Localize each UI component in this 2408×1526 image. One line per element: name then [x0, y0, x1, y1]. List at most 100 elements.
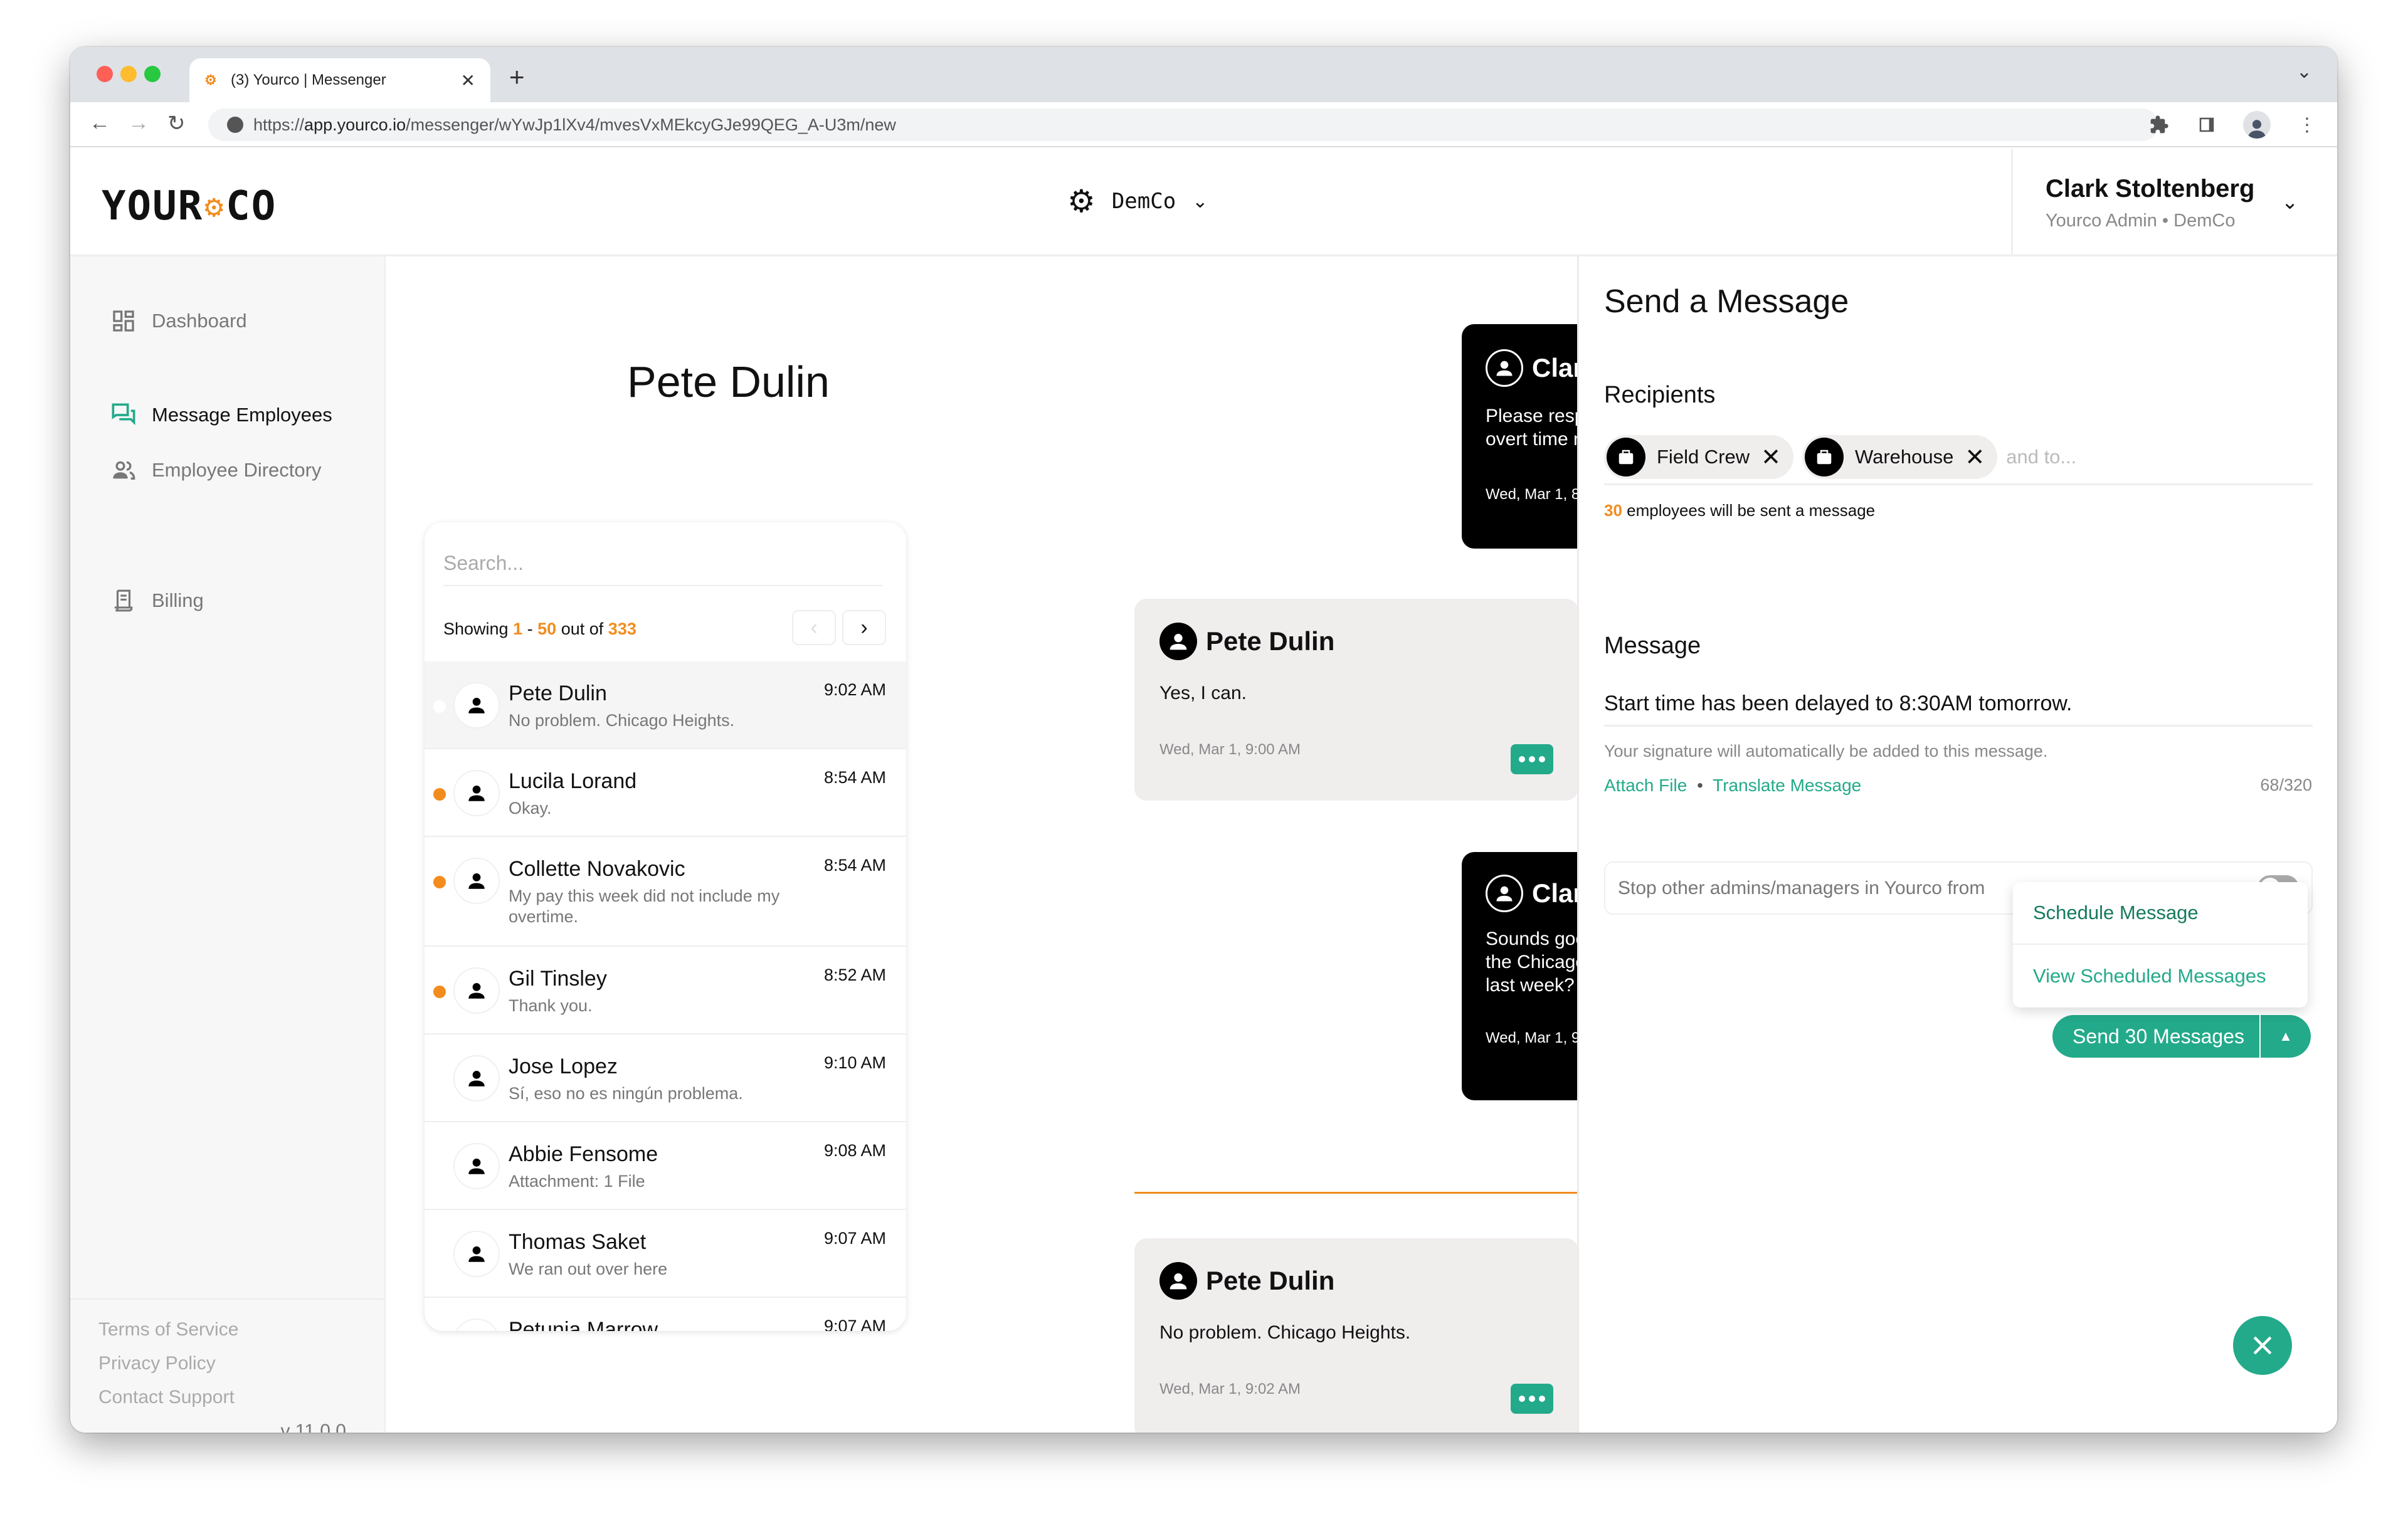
add-recipient-input[interactable] [2006, 435, 2195, 479]
back-arrow-icon[interactable]: ← [89, 111, 110, 135]
sidebar-item-label: Billing [152, 589, 204, 611]
yourco-logo[interactable]: YOUR ⚙ CO [102, 183, 277, 229]
conversation-time: 8:54 AM [823, 856, 886, 875]
recipient-count-note: 30 employees will be sent a message [1604, 501, 1876, 520]
attach-file-link[interactable]: Attach File [1604, 776, 1687, 795]
extensions-puzzle-icon[interactable] [2148, 113, 2170, 136]
user-avatar-icon [453, 1318, 500, 1331]
site-info-icon[interactable] [227, 117, 243, 133]
reload-icon[interactable]: ↻ [167, 111, 186, 136]
message-input[interactable] [1604, 683, 2313, 727]
browser-tab-active[interactable]: ⚙ (3) Yourco | Messenger ✕ [189, 58, 490, 102]
message-more-options-button[interactable] [1511, 744, 1553, 774]
close-panel-button[interactable] [2233, 1316, 2292, 1375]
message-text: No problem. Chicago Heights. [1159, 1322, 1411, 1343]
user-avatar-icon [453, 1143, 500, 1189]
search-field [443, 541, 882, 586]
close-icon [2253, 1336, 2272, 1355]
conversation-list-item[interactable]: Thomas Saket We ran out over here 9:07 AM [425, 1210, 906, 1298]
conversation-list-item[interactable]: Gil Tinsley Thank you. 8:52 AM [425, 947, 906, 1034]
unread-indicator [433, 986, 446, 998]
conversation-list-item[interactable]: Pete Dulin No problem. Chicago Heights. 9:… [425, 661, 906, 749]
message-label: Message [1604, 633, 1701, 659]
address-bar[interactable]: https://app.yourco.io/messenger/wYwJp1lX… [208, 108, 2158, 141]
character-count: 68/320 [2260, 776, 2312, 794]
message-actions: Attach File • Translate Message [1604, 776, 1862, 795]
window-minimize-button[interactable] [120, 66, 137, 82]
view-scheduled-messages-option[interactable]: View Scheduled Messages [2013, 945, 2308, 1008]
sidebar-item-label: Message Employees [152, 404, 332, 426]
unread-indicator [433, 876, 446, 888]
dashboard-icon [110, 308, 137, 334]
send-messages-button[interactable]: Send 30 Messages [2052, 1015, 2261, 1058]
organization-name: DemCo [1111, 189, 1176, 214]
send-options-caret-icon[interactable]: ▲ [2261, 1015, 2311, 1058]
sidebar-item-employee-directory[interactable]: Employee Directory [110, 457, 321, 483]
conversation-time: 8:54 AM [823, 768, 886, 787]
conversation-preview: No problem. Chicago Heights. [509, 711, 735, 730]
sidebar-item-message-employees[interactable]: Message Employees [110, 402, 332, 428]
conversation-list-item[interactable]: Jose Lopez Sí, eso no es ningún problema.… [425, 1034, 906, 1122]
people-icon [110, 457, 137, 483]
conversation-name: Abbie Fensome [509, 1142, 658, 1166]
conversation-list-item[interactable]: Abbie Fensome Attachment: 1 File 9:08 AM [425, 1122, 906, 1210]
yourco-favicon-icon: ⚙ [204, 72, 217, 88]
conversation-name: Thomas Saket [509, 1230, 647, 1254]
window-maximize-button[interactable] [144, 66, 161, 82]
translate-message-link[interactable]: Translate Message [1713, 776, 1861, 795]
receipt-icon [110, 587, 137, 614]
conversation-preview: We ran out over here [509, 1260, 668, 1278]
conversation-name: Collette Novakovic [509, 857, 685, 881]
tab-search-chevron-icon[interactable]: ⌄ [2296, 61, 2312, 83]
conversation-name: Petunia Marrow [509, 1318, 658, 1331]
message-more-options-button[interactable] [1511, 1384, 1553, 1414]
signature-note: Your signature will automatically be add… [1604, 742, 2048, 760]
user-avatar-icon [1159, 1262, 1197, 1300]
conversation-name: Pete Dulin [509, 681, 607, 705]
unread-indicator [433, 788, 446, 801]
briefcase-icon [1805, 438, 1844, 476]
organization-switcher[interactable]: ⚙ DemCo ⌄ [1067, 183, 1208, 219]
browser-menu-kebab-icon[interactable]: ⋮ [2296, 113, 2318, 136]
schedule-message-option[interactable]: Schedule Message [2013, 882, 2308, 945]
recipient-chip-warehouse: Warehouse ✕ [1802, 435, 1998, 479]
sidebar-item-label: Employee Directory [152, 459, 322, 481]
conversation-time: 8:52 AM [823, 966, 886, 984]
conversation-list-card: Showing 1 - 50 out of 333 ‹ › Pete Dulin… [425, 522, 906, 1331]
sidebar-item-billing[interactable]: Billing [110, 587, 204, 614]
contact-support-link[interactable]: Contact Support [98, 1387, 374, 1408]
conversation-list-item[interactable]: Petunia Marrow 9:07 AM [425, 1298, 906, 1331]
tab-close-icon[interactable]: ✕ [461, 70, 475, 91]
remove-recipient-icon[interactable]: ✕ [1761, 443, 1781, 471]
message-sender: Pete Dulin [1206, 1266, 1335, 1295]
conversation-time: 9:07 AM [823, 1317, 886, 1331]
gears-icon: ⚙ [1067, 184, 1096, 219]
terms-of-service-link[interactable]: Terms of Service [98, 1319, 374, 1340]
send-options-dropdown: Schedule Message View Scheduled Messages [2013, 882, 2308, 1008]
browser-profile-icon[interactable] [2243, 111, 2271, 139]
conversation-time: 9:07 AM [823, 1229, 886, 1248]
browser-window: ⚙ (3) Yourco | Messenger ✕ + ⌄ ← → ↻ htt… [70, 47, 2337, 1433]
conversation-title: Pete Dulin [627, 357, 830, 406]
conversation-list: Pete Dulin No problem. Chicago Heights. 9:… [425, 661, 906, 1331]
remove-recipient-icon[interactable]: ✕ [1965, 443, 1985, 471]
previous-page-button[interactable]: ‹ [792, 610, 836, 645]
new-tab-button[interactable]: + [509, 62, 525, 92]
logo-gears-icon: ⚙ [204, 188, 225, 224]
window-close-button[interactable] [97, 66, 113, 82]
side-panel-icon[interactable] [2195, 113, 2218, 136]
send-message-panel: Send a Message Recipients Field Crew ✕ W… [1577, 256, 2337, 1433]
pagination-summary: Showing 1 - 50 out of 333 [443, 619, 636, 638]
user-menu[interactable]: Clark Stoltenberg Yourco Admin • DemCo ⌄ [2011, 149, 2337, 256]
message-text: Yes, I can. [1159, 683, 1247, 703]
conversation-list-item[interactable]: Collette Novakovic My pay this week did n… [425, 837, 906, 947]
conversation-list-item[interactable]: Lucila Lorand Okay. 8:54 AM [425, 749, 906, 837]
sidebar-footer: Terms of Service Privacy Policy Contact … [98, 1319, 374, 1433]
forward-arrow-icon[interactable]: → [128, 111, 149, 135]
next-page-button[interactable]: › [842, 610, 886, 645]
chevron-down-icon: ⌄ [2281, 191, 2298, 213]
logo-text-right: CO [226, 183, 277, 229]
search-input[interactable] [443, 541, 882, 585]
privacy-policy-link[interactable]: Privacy Policy [98, 1353, 374, 1374]
sidebar-item-dashboard[interactable]: Dashboard [110, 308, 247, 334]
